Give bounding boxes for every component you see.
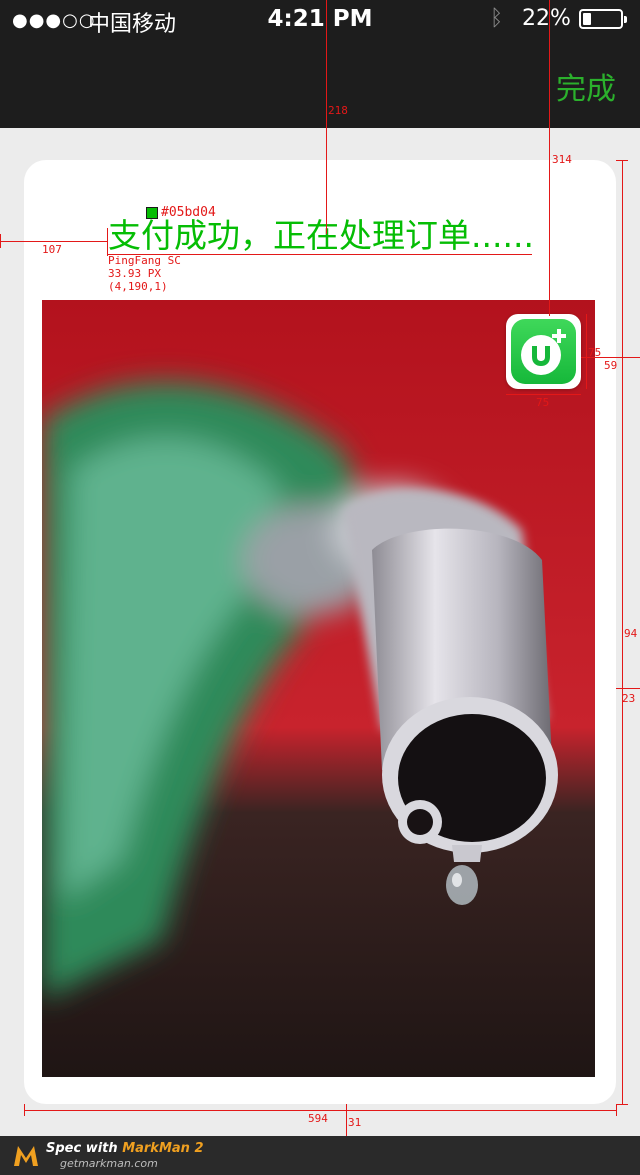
- gap-label: 23: [622, 692, 636, 705]
- bluetooth-icon: ᛒ: [490, 6, 504, 31]
- done-button[interactable]: 完成: [556, 64, 616, 108]
- font-name-label: PingFang SC: [108, 254, 181, 267]
- card-height-label: 94: [624, 627, 638, 640]
- battery-icon: [579, 9, 627, 29]
- markman-logo-icon: [14, 1146, 38, 1166]
- icon-right-label: 59: [604, 359, 618, 372]
- icon-top-line: [549, 0, 550, 316]
- left-offset-label: 107: [42, 243, 62, 256]
- footer-brand: Spec with MarkMan 2: [46, 1141, 204, 1156]
- icon-height-line: [586, 314, 587, 389]
- bottom-gap-line: [346, 1104, 347, 1136]
- bottom-gap-label: 31: [348, 1116, 362, 1129]
- color-swatch: [146, 207, 158, 219]
- font-size-label: 33.93 PX: [108, 267, 161, 280]
- payment-success-title: 支付成功，正在处理订单......: [108, 216, 534, 255]
- color-hex-label: #05bd04: [161, 205, 216, 220]
- battery-level-fill: [583, 13, 591, 25]
- card-width-line: [24, 1110, 616, 1111]
- status-bar: ●●●○○ 中国移动 4:21 PM ᛒ 22%: [0, 0, 640, 40]
- top-bar: ●●●○○ 中国移动 4:21 PM ᛒ 22% 完成: [0, 0, 640, 128]
- icon-right-line: [581, 357, 640, 358]
- footer-url[interactable]: getmarkman.com: [60, 1157, 158, 1170]
- markman-footer: Spec with MarkMan 2 getmarkman.com: [0, 1136, 640, 1175]
- fuel-nozzle-photo: [42, 300, 595, 1077]
- card-width-label: 594: [308, 1112, 328, 1125]
- icon-width-label: 75: [536, 396, 550, 409]
- u-letter-icon: [521, 329, 566, 375]
- title-top-line: [326, 0, 327, 234]
- left-offset-line: [0, 241, 108, 242]
- battery-percentage: 22%: [522, 6, 571, 31]
- icon-width-line: [506, 394, 581, 395]
- coords-label: (4,190,1): [108, 280, 168, 293]
- u-plus-app-icon: [506, 314, 581, 389]
- title-top-label: 218: [328, 104, 348, 117]
- icon-top-label: 314: [552, 153, 572, 166]
- card-height-line: [622, 160, 623, 1104]
